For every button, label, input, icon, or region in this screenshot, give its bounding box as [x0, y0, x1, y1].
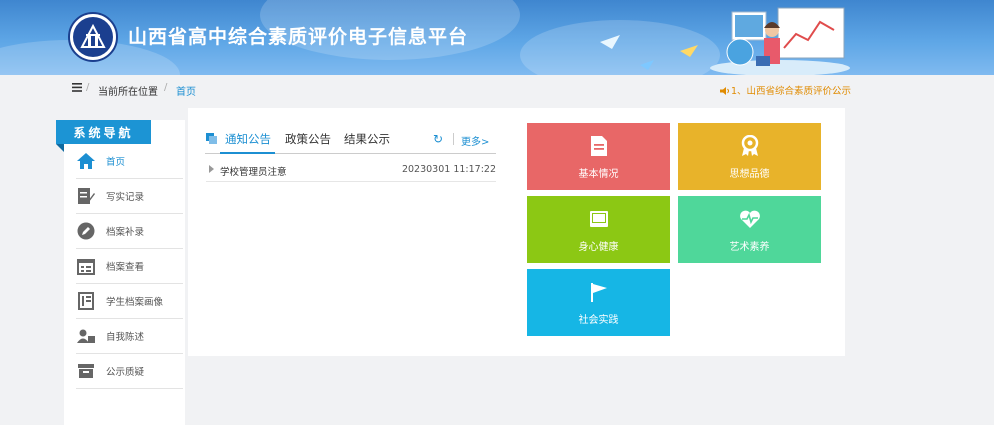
calendar-list-icon: [76, 256, 96, 276]
header-illustration: [710, 7, 850, 75]
tile-label: 艺术素养: [729, 242, 770, 253]
tile-social-practice[interactable]: 社会实践: [527, 269, 670, 336]
tab-notices[interactable]: 通知公告: [225, 131, 271, 147]
active-tab-indicator: [220, 152, 275, 154]
breadcrumb-separator: /: [164, 82, 168, 93]
sidebar-item-label: 学生档案画像: [106, 297, 164, 308]
site-header: 山西省高中综合素质评价电子信息平台: [0, 0, 994, 75]
sidebar-title: 系统导航: [56, 120, 151, 144]
more-link[interactable]: 更多>: [461, 133, 489, 148]
flag-icon: [590, 279, 608, 305]
announcement-marquee[interactable]: 1、山西省综合素质评价公示: [720, 83, 851, 97]
paper-plane-icon: [600, 35, 620, 49]
home-icon: [76, 151, 96, 171]
tile-label: 身心健康: [578, 242, 619, 253]
sidebar-item-label: 档案查看: [106, 262, 145, 273]
edit-record-icon: [76, 186, 96, 206]
speaker-icon: [720, 87, 729, 95]
document-icon: [590, 133, 607, 159]
marquee-text: 1、山西省综合素质评价公示: [731, 86, 852, 97]
notice-time: 20230301 11:17:22: [401, 164, 496, 175]
breadcrumb: / 当前所在位置 / 首页 1、山西省综合素质评价公示: [0, 75, 994, 103]
menu-icon[interactable]: [72, 83, 82, 92]
sidebar-item-label: 写实记录: [106, 192, 145, 203]
sidebar-item-portrait[interactable]: 学生档案画像: [76, 284, 183, 319]
refresh-icon[interactable]: ↻: [433, 132, 443, 146]
sidebar-item-label: 公示质疑: [106, 367, 145, 378]
medal-icon: [740, 133, 760, 159]
sidebar-item-label: 自我陈述: [106, 332, 145, 343]
sidebar-item-home[interactable]: 首页: [76, 144, 183, 179]
tile-label: 基本情况: [578, 169, 619, 180]
site-logo: [68, 12, 118, 62]
tile-label: 思想品德: [729, 169, 770, 180]
heart-pulse-icon: [739, 206, 761, 232]
pencil-circle-icon: [76, 221, 96, 241]
site-title: 山西省高中综合素质评价电子信息平台: [128, 26, 469, 48]
notice-icon: [206, 133, 217, 144]
book-icon: [589, 206, 609, 232]
sidebar-item-label: 档案补录: [106, 227, 145, 238]
breadcrumb-location-label: 当前所在位置: [98, 87, 158, 98]
inbox-icon: [76, 361, 96, 381]
breadcrumb-current[interactable]: 首页: [176, 83, 196, 98]
notice-title[interactable]: 学校管理员注意: [220, 164, 287, 178]
tab-policy[interactable]: 政策公告: [285, 131, 331, 147]
list-item[interactable]: 学校管理员注意 20230301 11:17:22: [206, 160, 496, 182]
sidebar-item-view[interactable]: 档案查看: [76, 249, 183, 284]
paper-plane-icon: [680, 45, 698, 57]
sidebar-item-statement[interactable]: 自我陈述: [76, 319, 183, 354]
tab-results[interactable]: 结果公示: [344, 131, 390, 147]
book-portrait-icon: [76, 291, 96, 311]
tile-morality[interactable]: 思想品德: [678, 123, 821, 190]
sidebar-item-records[interactable]: 写实记录: [76, 179, 183, 214]
sidebar-item-label: 首页: [106, 157, 126, 168]
sidebar-item-supplement[interactable]: 档案补录: [76, 214, 183, 249]
tile-label: 社会实践: [578, 315, 619, 326]
user-id-icon: [76, 326, 96, 346]
divider: [453, 133, 454, 145]
tile-arts[interactable]: 艺术素养: [678, 196, 821, 263]
caret-right-icon: [209, 165, 214, 173]
tile-basic-info[interactable]: 基本情况: [527, 123, 670, 190]
paper-plane-icon: [640, 60, 654, 70]
sidebar-item-publicity[interactable]: 公示质疑: [76, 354, 183, 389]
breadcrumb-separator: /: [86, 82, 90, 93]
sidebar-title-fold: [56, 144, 64, 152]
tile-health[interactable]: 身心健康: [527, 196, 670, 263]
logo-emblem-icon: [80, 23, 106, 48]
